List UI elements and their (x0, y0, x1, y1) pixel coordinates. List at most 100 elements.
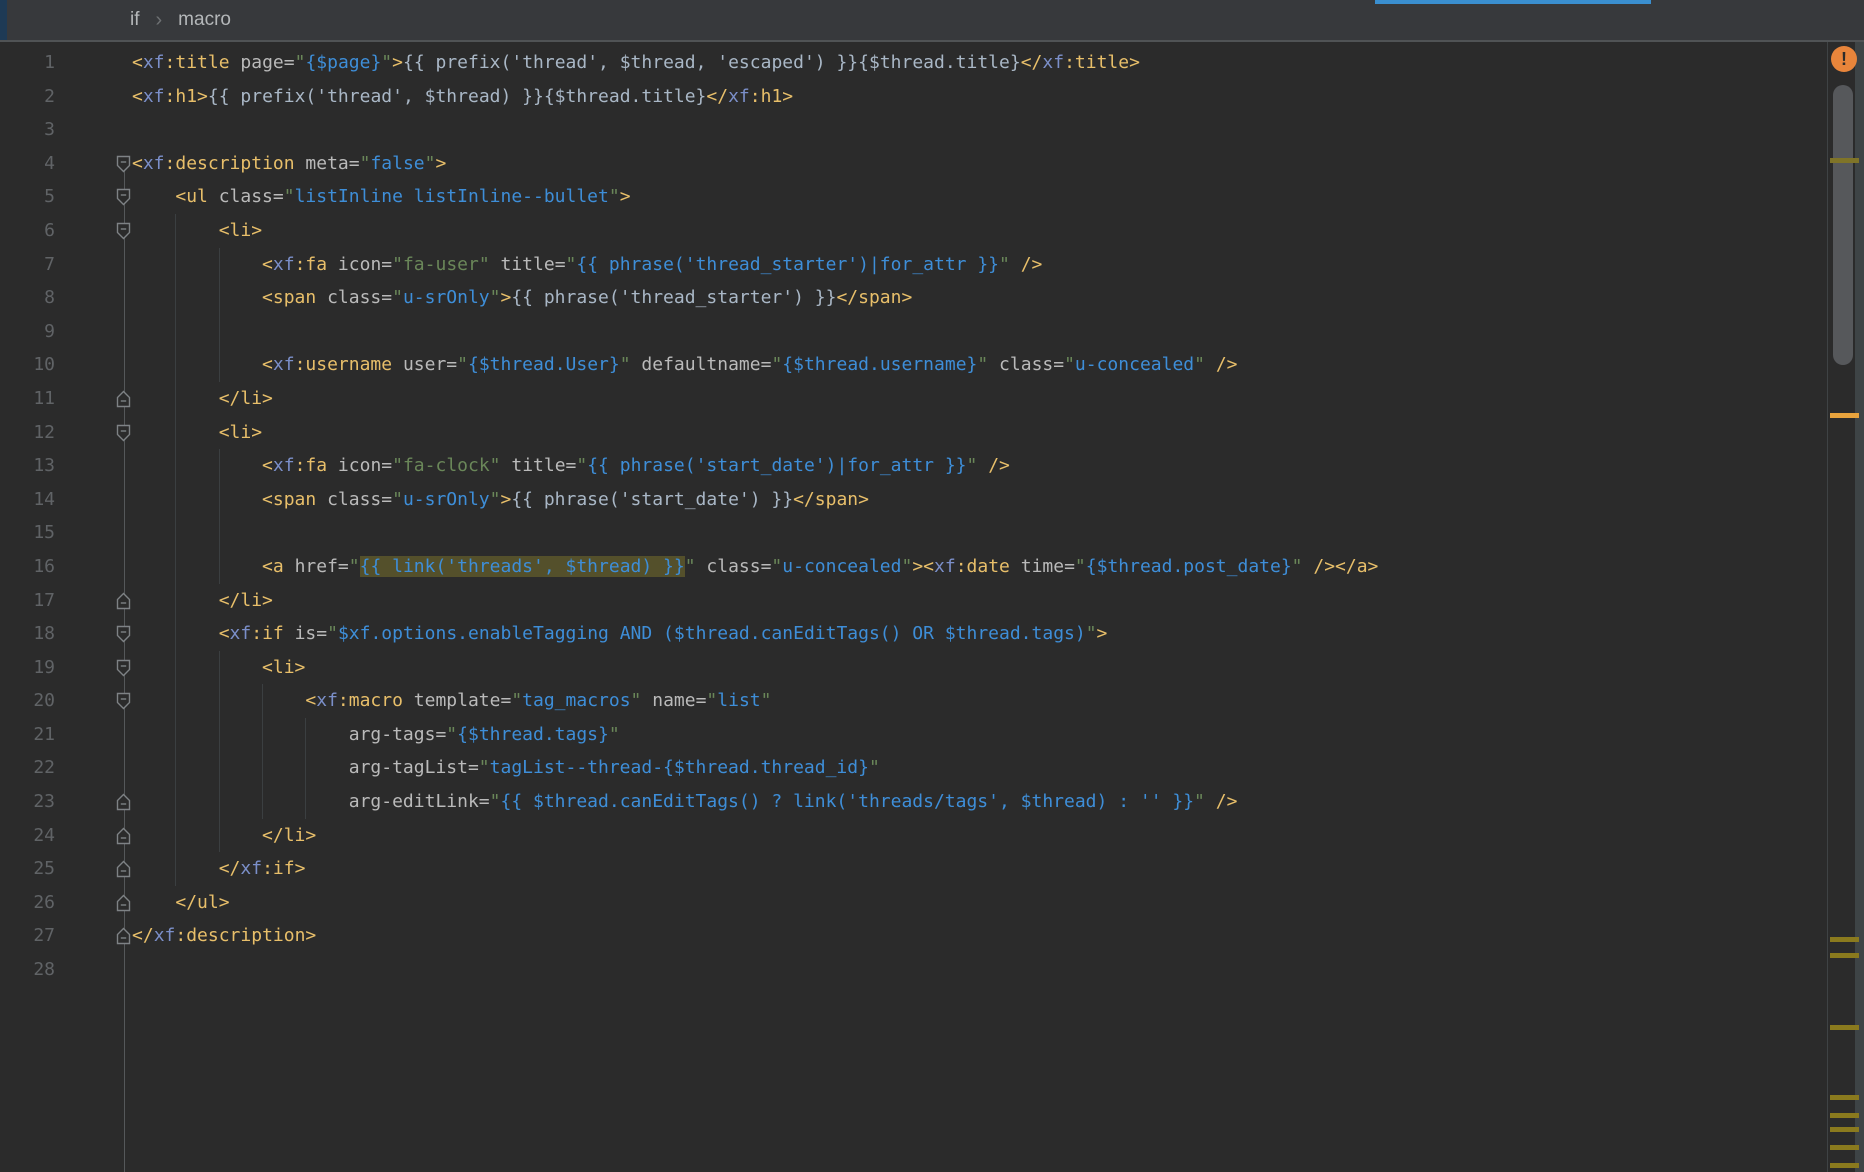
code-line[interactable]: 3 (0, 113, 1827, 147)
fold-column (55, 651, 132, 685)
code-text (132, 113, 1827, 147)
code-line[interactable]: 19 <li> (0, 651, 1827, 685)
code-line[interactable]: 17 </li> (0, 584, 1827, 618)
code-text: <ul class="listInline listInline--bullet… (132, 180, 1827, 214)
fold-column (55, 449, 132, 483)
stripe-warning-mark[interactable] (1830, 158, 1859, 163)
fold-column (55, 147, 132, 181)
code-line[interactable]: 21 arg-tags="{$thread.tags}" (0, 718, 1827, 752)
error-stripe[interactable]: ! (1827, 42, 1864, 1172)
stripe-warning-mark[interactable] (1830, 1025, 1859, 1030)
line-number: 25 (0, 852, 55, 886)
stripe-warning-mark[interactable] (1830, 937, 1859, 942)
code-text: <li> (132, 416, 1827, 450)
code-text: <xf:description meta="false"> (132, 147, 1827, 181)
fold-marker-up-icon[interactable] (116, 592, 131, 610)
code-line[interactable]: 5 <ul class="listInline listInline--bull… (0, 180, 1827, 214)
code-line[interactable]: 9 (0, 315, 1827, 349)
code-line[interactable]: 7 <xf:fa icon="fa-user" title="{{ phrase… (0, 248, 1827, 282)
code-text: <span class="u-srOnly">{{ phrase('start_… (132, 483, 1827, 517)
errors-found-indicator-icon[interactable]: ! (1831, 46, 1857, 72)
fold-column (55, 46, 132, 80)
code-line[interactable]: 25 </xf:if> (0, 852, 1827, 886)
code-line[interactable]: 10 <xf:username user="{$thread.User}" de… (0, 348, 1827, 382)
scrollbar-thumb[interactable] (1833, 85, 1853, 365)
code-line[interactable]: 26 </ul> (0, 886, 1827, 920)
stripe-warning-mark[interactable] (1830, 1127, 1859, 1132)
chevron-right-icon: › (142, 9, 177, 32)
fold-marker-down-icon[interactable] (116, 692, 131, 710)
line-number: 22 (0, 751, 55, 785)
stripe-warning-mark[interactable] (1830, 953, 1859, 958)
stripe-warning-mark[interactable] (1830, 1163, 1859, 1168)
fold-marker-down-icon[interactable] (116, 625, 131, 643)
code-line[interactable]: 27 </xf:description> (0, 919, 1827, 953)
fold-column (55, 214, 132, 248)
line-number: 21 (0, 718, 55, 752)
fold-marker-down-icon[interactable] (116, 659, 131, 677)
code-line[interactable]: 28 (0, 953, 1827, 987)
code-text (132, 315, 1827, 349)
breadcrumb-item-macro[interactable]: macro (176, 9, 233, 31)
code-line[interactable]: 2<xf:h1>{{ prefix('thread', $thread) }}{… (0, 80, 1827, 114)
code-text: arg-editLink="{{ $thread.canEditTags() ?… (132, 785, 1827, 819)
fold-column (55, 617, 132, 651)
fold-marker-down-icon[interactable] (116, 424, 131, 442)
code-line[interactable]: 12 <li> (0, 416, 1827, 450)
fold-column (55, 584, 132, 618)
line-number: 7 (0, 248, 55, 282)
fold-marker-up-icon[interactable] (116, 894, 131, 912)
code-line[interactable]: 1<xf:title page="{$page}">{{ prefix('thr… (0, 46, 1827, 80)
fold-marker-up-icon[interactable] (116, 390, 131, 408)
line-number: 2 (0, 80, 55, 114)
fold-marker-up-icon[interactable] (116, 927, 131, 945)
fold-column (55, 886, 132, 920)
code-editor[interactable]: 1<xf:title page="{$page}">{{ prefix('thr… (0, 42, 1827, 1172)
code-text: <xf:macro template="tag_macros" name="li… (132, 684, 1827, 718)
breadcrumb: if › macro (128, 0, 233, 40)
code-line[interactable]: 11 </li> (0, 382, 1827, 416)
code-text: <xf:fa icon="fa-clock" title="{{ phrase(… (132, 449, 1827, 483)
code-line[interactable]: 14 <span class="u-srOnly">{{ phrase('sta… (0, 483, 1827, 517)
line-number: 12 (0, 416, 55, 450)
code-line[interactable]: 22 arg-tagList="tagList--thread-{$thread… (0, 751, 1827, 785)
code-text: <xf:username user="{$thread.User}" defau… (132, 348, 1827, 382)
fold-marker-up-icon[interactable] (116, 827, 131, 845)
line-number: 11 (0, 382, 55, 416)
code-text: </xf:description> (132, 919, 1827, 953)
fold-column (55, 248, 132, 282)
code-line[interactable]: 4<xf:description meta="false"> (0, 147, 1827, 181)
stripe-warning-mark[interactable] (1830, 1095, 1859, 1100)
code-line[interactable]: 8 <span class="u-srOnly">{{ phrase('thre… (0, 281, 1827, 315)
scrollbar-track-edge (1855, 42, 1864, 1172)
code-line[interactable]: 13 <xf:fa icon="fa-clock" title="{{ phra… (0, 449, 1827, 483)
fold-marker-up-icon[interactable] (116, 793, 131, 811)
fold-column (55, 684, 132, 718)
line-number: 9 (0, 315, 55, 349)
code-line[interactable]: 16 <a href="{{ link('threads', $thread) … (0, 550, 1827, 584)
ide-window: if › macro 1<xf:title page="{$page}">{{ … (0, 0, 1864, 1172)
stripe-warning-mark[interactable] (1830, 1145, 1859, 1150)
code-line[interactable]: 18 <xf:if is="$xf.options.enableTagging … (0, 617, 1827, 651)
line-number: 28 (0, 953, 55, 987)
fold-marker-up-icon[interactable] (116, 860, 131, 878)
fold-column (55, 852, 132, 886)
code-line[interactable]: 23 arg-editLink="{{ $thread.canEditTags(… (0, 785, 1827, 819)
code-line[interactable]: 24 </li> (0, 819, 1827, 853)
code-text: </xf:if> (132, 852, 1827, 886)
stripe-warning-mark[interactable] (1830, 1113, 1859, 1118)
fold-marker-down-icon[interactable] (116, 155, 131, 173)
fold-marker-down-icon[interactable] (116, 222, 131, 240)
fold-marker-down-icon[interactable] (116, 188, 131, 206)
code-line[interactable]: 6 <li> (0, 214, 1827, 248)
line-number: 27 (0, 919, 55, 953)
stripe-warning-mark[interactable] (1830, 413, 1859, 418)
breadcrumb-item-if[interactable]: if (128, 9, 142, 31)
fold-column (55, 785, 132, 819)
fold-column (55, 516, 132, 550)
code-line[interactable]: 20 <xf:macro template="tag_macros" name=… (0, 684, 1827, 718)
code-line[interactable]: 15 (0, 516, 1827, 550)
line-number: 20 (0, 684, 55, 718)
code-text: <li> (132, 651, 1827, 685)
fold-column (55, 751, 132, 785)
